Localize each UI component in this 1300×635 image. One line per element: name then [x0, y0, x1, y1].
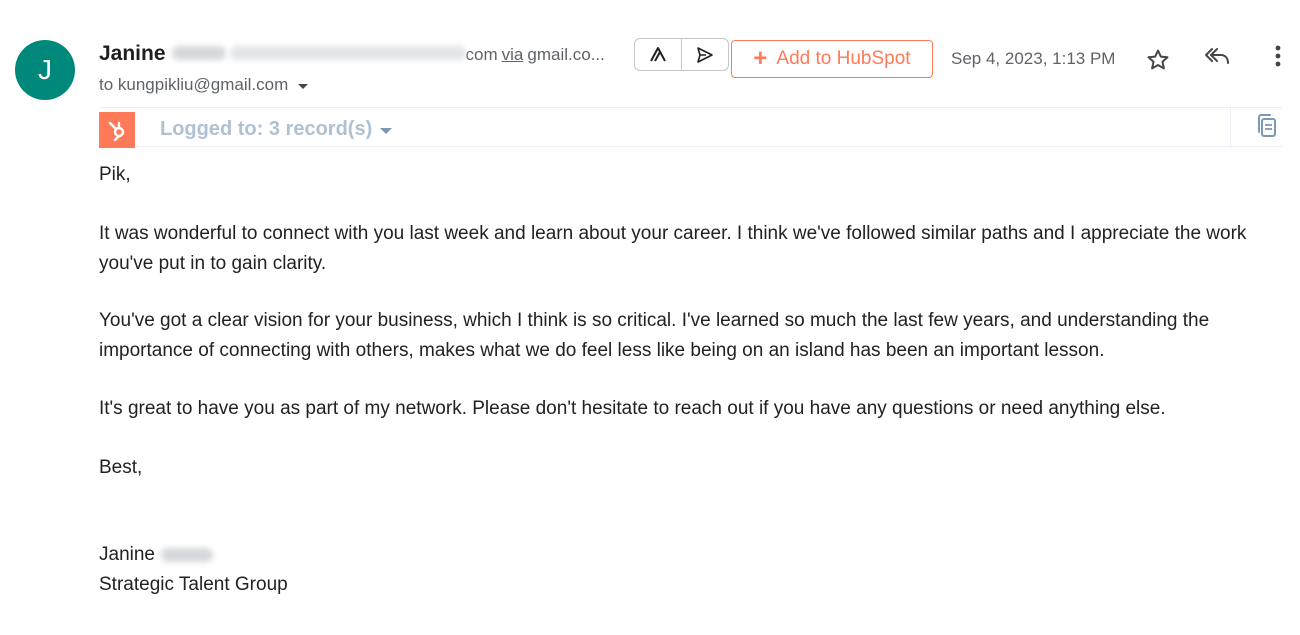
ai-assist-icon: [650, 46, 666, 61]
recipient-details-toggle[interactable]: to kungpikliu@gmail.com: [99, 75, 309, 95]
sender-line: Janine com via gmail.co...: [99, 42, 605, 66]
signature-name-line: Janine: [99, 540, 1289, 570]
body-paragraph-1: It was wonderful to connect with you las…: [99, 223, 1247, 274]
avatar-letter: J: [38, 54, 52, 85]
chevron-down-icon: [380, 127, 393, 134]
via-link[interactable]: via: [502, 45, 524, 65]
plus-icon: +: [753, 45, 768, 72]
divider: [1230, 108, 1231, 148]
logged-records-dropdown[interactable]: Logged to: 3 record(s): [160, 118, 393, 141]
add-to-hubspot-label: Add to HubSpot: [776, 48, 911, 69]
reply-all-button[interactable]: [1203, 42, 1231, 70]
copy-icon: [1258, 114, 1276, 137]
send-icon: [697, 46, 713, 63]
redacted-email: [229, 46, 466, 60]
more-vert-icon: [1275, 45, 1281, 67]
hubspot-logo-icon: [99, 112, 135, 148]
email-view: J Janine com via gmail.co... to kungpikl…: [0, 0, 1300, 635]
send-button[interactable]: [681, 39, 728, 70]
redacted-surname: [161, 547, 213, 562]
signature-name: Janine: [99, 544, 155, 565]
body-paragraph-3: It's great to have you as part of my net…: [99, 398, 1166, 419]
sender-name[interactable]: Janine: [99, 42, 166, 66]
more-options-button[interactable]: [1266, 42, 1290, 70]
recipient-line: to kungpikliu@gmail.com: [99, 75, 289, 94]
body-paragraph-2: You've got a clear vision for your busin…: [99, 310, 1210, 361]
star-button[interactable]: [1144, 46, 1172, 74]
sender-email-tail: com: [465, 45, 498, 64]
extension-button-group: [634, 38, 729, 71]
closing: Best,: [99, 457, 143, 478]
via-domain: gmail.co...: [527, 45, 605, 64]
redacted-surname: [171, 46, 226, 60]
avatar[interactable]: J: [15, 40, 75, 100]
chevron-down-icon[interactable]: [298, 83, 309, 89]
copy-button[interactable]: [1254, 113, 1278, 139]
add-to-hubspot-button[interactable]: + Add to HubSpot: [731, 40, 933, 78]
logged-records-label: Logged to: 3 record(s): [160, 118, 373, 140]
greeting: Pik,: [99, 164, 131, 185]
star-icon: [1147, 49, 1169, 70]
ai-assist-button[interactable]: [635, 39, 681, 70]
message-date[interactable]: Sep 4, 2023, 1:13 PM: [951, 49, 1115, 69]
signature-company: Strategic Talent Group: [99, 574, 288, 595]
hubspot-bar: Logged to: 3 record(s): [99, 107, 1282, 148]
reply-all-icon: [1205, 48, 1229, 64]
